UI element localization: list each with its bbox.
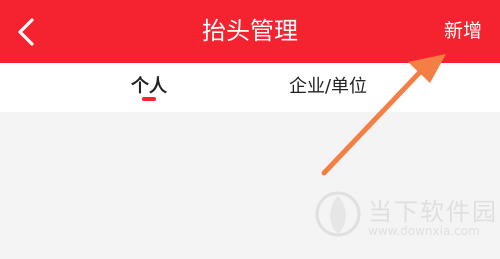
tab-personal[interactable]: 个人 <box>108 63 190 112</box>
watermark: 当下软件园 www.downxia.com <box>310 188 496 248</box>
active-tab-indicator <box>142 97 156 101</box>
tab-bar: 个人 企业/单位 <box>0 63 500 112</box>
app-header: 抬头管理 新增 <box>0 0 500 63</box>
watermark-logo <box>315 191 361 237</box>
tab-company[interactable]: 企业/单位 <box>268 63 388 112</box>
chevron-left-icon <box>18 18 34 46</box>
page-title: 抬头管理 <box>202 17 298 45</box>
watermark-name: 当下软件园 <box>368 198 498 226</box>
back-button[interactable] <box>8 12 44 52</box>
add-button[interactable]: 新增 <box>444 0 482 63</box>
watermark-url: www.downxia.com <box>368 224 480 238</box>
